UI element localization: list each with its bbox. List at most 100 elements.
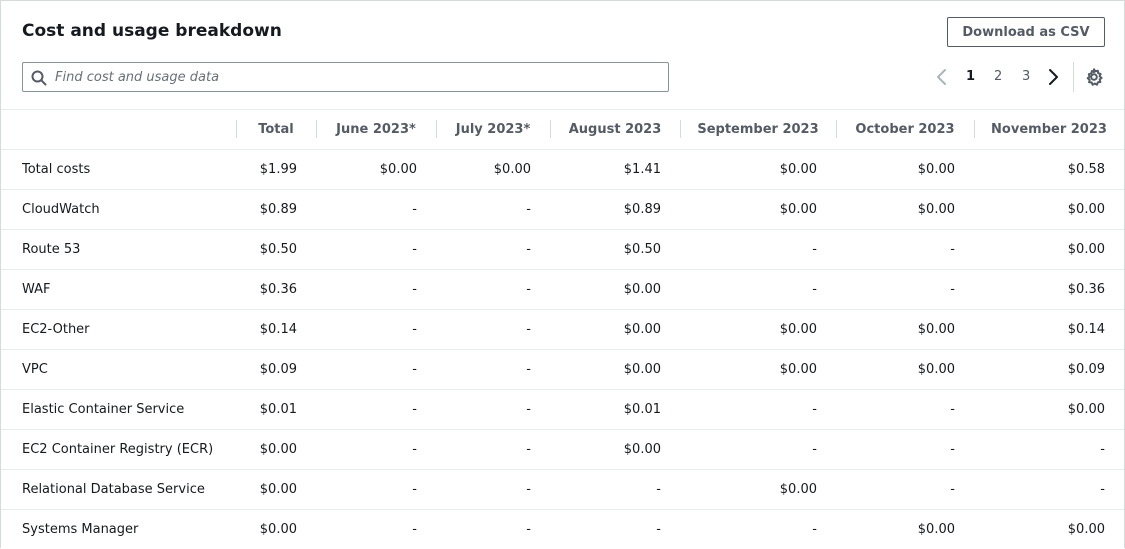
search-box[interactable] xyxy=(22,62,669,92)
search-icon xyxy=(31,70,47,86)
cell-august-2023: $0.00 xyxy=(550,429,680,470)
cell-july-2023: - xyxy=(436,389,550,430)
row-service-name: WAF xyxy=(1,269,236,310)
chevron-right-icon[interactable] xyxy=(1045,67,1061,87)
cell-september-2023: $0.00 xyxy=(680,189,836,230)
column-header-label: June 2023* xyxy=(336,122,416,137)
cell-june-2023: - xyxy=(316,469,436,510)
cell-september-2023: $0.00 xyxy=(680,469,836,510)
cell-july-2023: - xyxy=(436,429,550,470)
row-service-name: Total costs xyxy=(1,149,236,190)
cell-july-2023: - xyxy=(436,269,550,310)
cell-june-2023: - xyxy=(316,349,436,390)
pager-divider xyxy=(1073,62,1074,92)
cell-october-2023: $0.00 xyxy=(836,149,974,190)
cell-november-2023: - xyxy=(974,469,1124,510)
table-row: Route 53 $0.50 - - $0.50 - - $0.00 xyxy=(1,229,1124,270)
column-header-label: August 2023 xyxy=(568,122,662,137)
cell-september-2023: - xyxy=(812,522,817,537)
row-service-name: Relational Database Service xyxy=(1,469,236,510)
column-header-label: September 2023 xyxy=(697,122,819,137)
cell-august-2023: $0.00 xyxy=(550,269,680,310)
table-header-row: Total June 2023* July 2023* August 2023 … xyxy=(1,109,1124,150)
cell-total: $0.00 xyxy=(259,522,297,537)
cell-september-2023: - xyxy=(680,389,836,430)
column-header-september-2023[interactable]: September 2023 xyxy=(680,109,836,150)
column-header-august-2023[interactable]: August 2023 xyxy=(550,109,680,150)
table-row: Systems Manager $0.00 - - - - $0.00 $0.0… xyxy=(1,510,1124,549)
cell-july-2023: - xyxy=(436,469,550,510)
cell-june-2023: $0.00 xyxy=(316,149,436,190)
table-row: Total costs $1.99 $0.00 $0.00 $1.41 $0.0… xyxy=(1,149,1124,190)
download-csv-button[interactable]: Download as CSV xyxy=(947,17,1105,47)
column-header-november-2023[interactable]: November 2023 xyxy=(974,109,1124,150)
row-service-name: VPC xyxy=(1,349,236,390)
cell-august-2023: $0.50 xyxy=(550,229,680,270)
cell-november-2023: $0.36 xyxy=(974,269,1124,310)
cell-november-2023: $0.00 xyxy=(974,189,1124,230)
page-1-button[interactable]: 1 xyxy=(966,69,975,84)
cost-usage-panel: Cost and usage breakdown Download as CSV… xyxy=(0,0,1125,548)
cell-june-2023: - xyxy=(412,522,417,537)
column-header-label: October 2023 xyxy=(855,122,955,137)
column-header-june-2023[interactable]: June 2023* xyxy=(316,109,436,150)
cell-august-2023: - xyxy=(550,469,680,510)
cell-september-2023: $0.00 xyxy=(680,349,836,390)
cell-august-2023: - xyxy=(656,522,661,537)
row-service-name: Route 53 xyxy=(1,229,236,270)
cell-july-2023: - xyxy=(436,309,550,350)
cell-total: $0.89 xyxy=(236,189,316,230)
cell-september-2023: - xyxy=(680,429,836,470)
cell-october-2023: $0.00 xyxy=(836,189,974,230)
cell-june-2023: - xyxy=(316,429,436,470)
cost-usage-table: Total June 2023* July 2023* August 2023 … xyxy=(1,109,1124,548)
table-row: WAF $0.36 - - $0.00 - - $0.36 xyxy=(1,269,1124,310)
cell-november-2023: $0.58 xyxy=(974,149,1124,190)
panel-title: Cost and usage breakdown xyxy=(22,21,282,41)
table-row: EC2 Container Registry (ECR) $0.00 - - $… xyxy=(1,429,1124,470)
cell-total: $0.01 xyxy=(236,389,316,430)
cell-july-2023: - xyxy=(526,522,531,537)
cell-total: $0.09 xyxy=(236,349,316,390)
column-header-label: Total xyxy=(258,122,294,137)
cell-total: $0.00 xyxy=(236,429,316,470)
cell-september-2023: - xyxy=(680,229,836,270)
column-header-october-2023[interactable]: October 2023 xyxy=(836,109,974,150)
cell-september-2023: - xyxy=(680,269,836,310)
cell-november-2023: - xyxy=(974,429,1124,470)
table-row: Elastic Container Service $0.01 - - $0.0… xyxy=(1,389,1124,430)
cell-october-2023: - xyxy=(836,229,974,270)
column-header-july-2023[interactable]: July 2023* xyxy=(436,109,550,150)
column-header-total[interactable]: Total xyxy=(236,109,316,150)
column-header-label: November 2023 xyxy=(991,122,1107,137)
column-separator xyxy=(974,120,975,138)
page-3-button[interactable]: 3 xyxy=(1022,69,1030,84)
cell-august-2023: $0.89 xyxy=(550,189,680,230)
cell-october-2023: - xyxy=(836,389,974,430)
cell-november-2023: $0.00 xyxy=(974,229,1124,270)
cell-august-2023: $0.00 xyxy=(550,349,680,390)
cell-june-2023: - xyxy=(316,389,436,430)
table-row: Relational Database Service $0.00 - - - … xyxy=(1,469,1124,510)
cell-september-2023: $0.00 xyxy=(680,149,836,190)
cell-total: $0.14 xyxy=(236,309,316,350)
row-service-name: Systems Manager xyxy=(22,522,139,537)
cell-november-2023: $0.00 xyxy=(1067,522,1105,537)
cell-september-2023: $0.00 xyxy=(680,309,836,350)
gear-icon[interactable] xyxy=(1084,67,1104,87)
chevron-left-icon[interactable] xyxy=(934,67,950,87)
page-2-button[interactable]: 2 xyxy=(994,69,1002,84)
search-input[interactable] xyxy=(55,64,655,90)
cell-august-2023: $1.41 xyxy=(550,149,680,190)
cell-june-2023: - xyxy=(316,269,436,310)
cell-july-2023: - xyxy=(436,189,550,230)
row-service-name: Elastic Container Service xyxy=(1,389,236,430)
cell-october-2023: - xyxy=(836,469,974,510)
table-row: VPC $0.09 - - $0.00 $0.00 $0.00 $0.09 xyxy=(1,349,1124,390)
cell-november-2023: $0.00 xyxy=(974,389,1124,430)
column-header-service xyxy=(1,109,236,150)
cell-june-2023: - xyxy=(316,229,436,270)
cell-june-2023: - xyxy=(316,189,436,230)
row-service-name: CloudWatch xyxy=(1,189,236,230)
cell-october-2023: $0.00 xyxy=(836,309,974,350)
